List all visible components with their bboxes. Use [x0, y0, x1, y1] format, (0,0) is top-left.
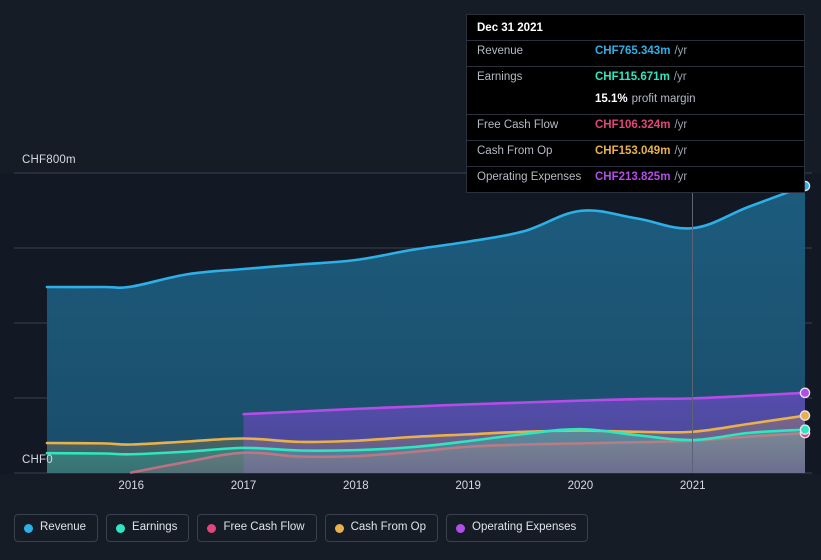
tooltip-row-value: CHF213.825m — [595, 171, 671, 183]
tooltip-row-value: CHF765.343m — [595, 45, 671, 57]
tooltip-row-value: CHF115.671m — [595, 71, 670, 83]
tooltip-margin-value: 15.1% — [595, 93, 628, 105]
legend-chip-label: Free Cash Flow — [223, 521, 305, 534]
tooltip-row-revenue: Revenue CHF765.343m/yr — [467, 40, 804, 66]
legend-color-dot-icon — [116, 523, 126, 533]
tooltip-row-earnings: Earnings CHF115.671m/yr — [467, 66, 804, 92]
tooltip-row-label: Earnings — [477, 71, 523, 83]
tooltip-row-label: Free Cash Flow — [477, 119, 559, 131]
tooltip-row-unit: /yr — [674, 45, 688, 57]
chart-page: CHF800m CHF0 2016 2017 2018 2019 2020 2021 De… — [0, 0, 821, 560]
x-axis-tick-2018: 2018 — [343, 480, 369, 492]
tooltip-row-label: Operating Expenses — [477, 171, 582, 183]
legend-chip-label: Operating Expenses — [472, 521, 577, 534]
tooltip-row-operating-expenses: Operating Expenses CHF213.825m/yr — [467, 166, 804, 192]
x-axis-tick-2016: 2016 — [118, 480, 145, 492]
tooltip-row-unit: /yr — [674, 171, 688, 183]
legend-chip-revenue[interactable]: Revenue — [14, 514, 99, 542]
endpoint-marker-cash-from-op — [799, 410, 811, 421]
legend-color-dot-icon — [207, 523, 217, 533]
tooltip-rows: Revenue CHF765.343m/yr Earnings CHF115.671m… — [467, 40, 804, 192]
tooltip-row-label: Cash From Op — [477, 145, 553, 157]
y-axis-label-bottom: CHF0 — [22, 454, 53, 466]
tooltip-row-unit: /yr — [673, 71, 687, 83]
tooltip-row-cash-from-op: Cash From Op CHF153.049m/yr — [467, 140, 804, 166]
legend-chip-label: Cash From Op — [350, 521, 427, 534]
legend-chip-label: Earnings — [132, 521, 178, 534]
legend-chip-label: Revenue — [40, 521, 87, 534]
legend-color-dot-icon — [456, 523, 466, 533]
x-axis-tick-2019: 2019 — [455, 480, 481, 492]
x-axis-tick-2020: 2020 — [567, 480, 594, 492]
legend-chip-free-cash-flow[interactable]: Free Cash Flow — [197, 514, 317, 542]
tooltip-margin-text: profit margin — [631, 93, 696, 105]
legend-chip-operating-expenses[interactable]: Operating Expenses — [446, 514, 589, 542]
data-tooltip: Dec 31 2021 Revenue CHF765.343m/yr Earning… — [466, 14, 805, 193]
tooltip-profit-margin-row: 15.1% profit margin — [467, 92, 804, 114]
tooltip-row-free-cash-flow: Free Cash Flow CHF106.324m/yr — [467, 114, 804, 140]
endpoint-marker-earnings — [799, 424, 811, 435]
legend-color-dot-icon — [334, 523, 344, 533]
tooltip-row-value: CHF106.324m — [595, 119, 671, 131]
tooltip-row-unit: /yr — [674, 119, 688, 131]
x-axis-tick-2017: 2017 — [230, 480, 257, 492]
chart-legend[interactable]: Revenue Earnings Free Cash Flow Cash From O… — [14, 514, 589, 542]
legend-chip-cash-from-op[interactable]: Cash From Op — [324, 514, 439, 542]
x-axis-tick-2021: 2021 — [679, 480, 706, 492]
tooltip-row-unit: /yr — [674, 145, 688, 157]
tooltip-date: Dec 31 2021 — [477, 22, 543, 34]
legend-chip-earnings[interactable]: Earnings — [106, 514, 190, 542]
legend-color-dot-icon — [24, 523, 33, 533]
tooltip-row-value: CHF153.049m — [595, 145, 671, 157]
endpoint-marker-operating-expenses — [799, 387, 811, 399]
y-axis-label-top: CHF800m — [22, 154, 76, 166]
tooltip-row-label: Revenue — [477, 45, 524, 57]
